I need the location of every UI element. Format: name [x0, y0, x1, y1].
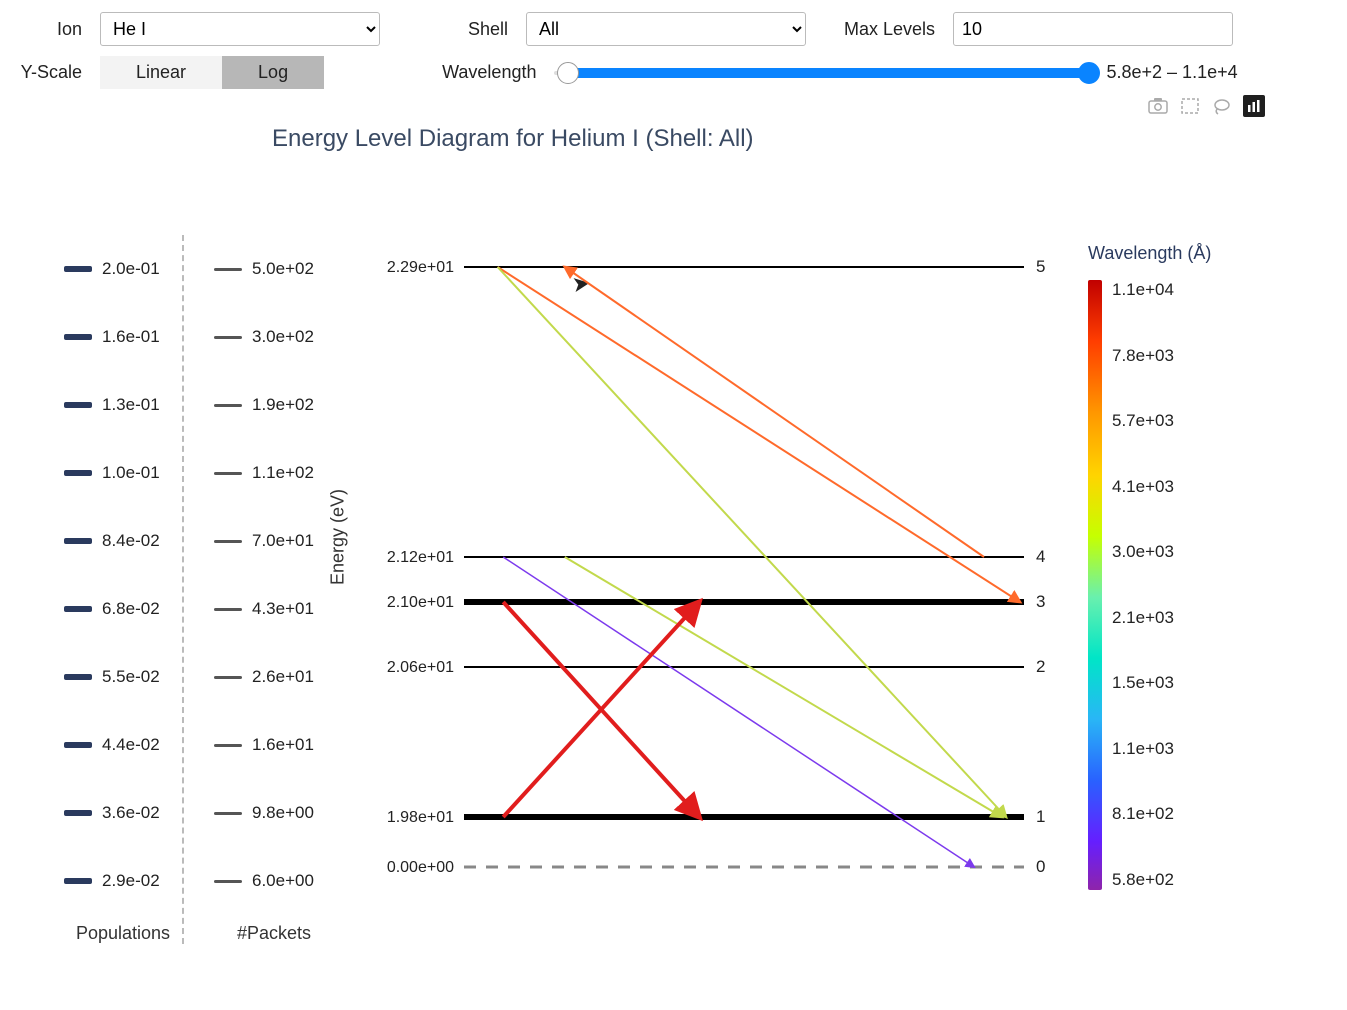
scale-tick: 1.6e-01 [64, 303, 182, 371]
y-scale-toggle: Linear Log [100, 56, 324, 89]
colorbar-tick: 1.5e+03 [1112, 673, 1174, 693]
y-scale-linear-button[interactable]: Linear [100, 56, 222, 89]
chart-title: Energy Level Diagram for Helium I (Shell… [272, 125, 1335, 153]
scale-tick: 2.0e-01 [64, 235, 182, 303]
transition-5-4[interactable] [565, 267, 984, 557]
energy-level-index: 5 [1036, 257, 1045, 276]
colorbar-tick: 5.7e+03 [1112, 411, 1174, 431]
select-icon[interactable] [1179, 95, 1201, 117]
colorbar-tick: 2.1e+03 [1112, 608, 1174, 628]
max-levels-input[interactable] [953, 12, 1233, 46]
energy-level-value: 1.98e+01 [387, 809, 454, 826]
colorbar-ticks: 1.1e+04 7.8e+03 5.7e+03 4.1e+03 3.0e+03 2.1e+… [1112, 280, 1174, 890]
energy-level-value: 2.12e+01 [387, 549, 454, 566]
scale-tick: 9.8e+00 [214, 779, 334, 847]
colorbar-tick: 5.8e+02 [1112, 870, 1174, 890]
lasso-icon[interactable] [1211, 95, 1233, 117]
scale-tick: 8.4e-02 [64, 507, 182, 575]
energy-level-index: 2 [1036, 657, 1045, 676]
populations-axis-title: Populations [64, 923, 182, 944]
scale-tick: 1.3e-01 [64, 371, 182, 439]
packets-axis-title: #Packets [214, 923, 334, 944]
colorbar-tick: 1.1e+03 [1112, 739, 1174, 759]
colorbar-tick: 7.8e+03 [1112, 346, 1174, 366]
scale-tick: 6.8e-02 [64, 575, 182, 643]
energy-level-value: 2.29e+01 [387, 259, 454, 276]
colorbar-title: Wavelength (Å) [1088, 243, 1211, 264]
y-scale-log-button[interactable]: Log [222, 56, 324, 89]
transition-5-3[interactable] [498, 267, 1020, 602]
scale-tick: 1.0e-01 [64, 439, 182, 507]
shell-label: Shell [458, 19, 508, 40]
colorbar: Wavelength (Å) 1.1e+04 7.8e+03 5.7e+03 4.1e… [1088, 243, 1211, 890]
energy-level-plot[interactable]: Energy (eV) 0.00e+0001.98e+0112.06e+0122… [364, 157, 1064, 917]
ion-select[interactable]: He I [100, 12, 380, 46]
shell-select[interactable]: All [526, 12, 806, 46]
plot-svg[interactable]: 0.00e+00 0 1.98e+01 1 2.06e+01 2 2.10e+01 3 2.12… [364, 157, 1064, 917]
slider-thumb-max[interactable] [1078, 62, 1100, 84]
colorbar-tick: 1.1e+04 [1112, 280, 1174, 300]
max-levels-label: Max Levels [844, 19, 935, 40]
scale-tick: 4.3e+01 [214, 575, 334, 643]
wavelength-slider[interactable] [554, 66, 1094, 80]
energy-level-index: 1 [1036, 807, 1045, 826]
scale-tick: 1.9e+02 [214, 371, 334, 439]
scale-tick: 2.9e-02 [64, 847, 182, 915]
controls-panel: Ion He I Shell All Max Levels Y-Scale Li… [12, 12, 1335, 89]
wavelength-label: Wavelength [442, 62, 536, 83]
y-scale-label: Y-Scale [12, 62, 82, 83]
wavelength-range-readout: 5.8e+2 – 1.1e+4 [1106, 62, 1237, 83]
y-axis-label: Energy (eV) [328, 489, 349, 585]
transition-4-1[interactable] [565, 557, 1002, 817]
colorbar-gradient [1088, 280, 1102, 890]
colorbar-tick: 4.1e+03 [1112, 477, 1174, 497]
energy-level-value: 2.10e+01 [387, 594, 454, 611]
ion-label: Ion [12, 19, 82, 40]
scale-tick: 6.0e+00 [214, 847, 334, 915]
energy-level-value: 2.06e+01 [387, 659, 454, 676]
scale-tick: 7.0e+01 [214, 507, 334, 575]
scale-tick: 5.0e+02 [214, 235, 334, 303]
scale-tick: 2.6e+01 [214, 643, 334, 711]
scale-tick: 3.0e+02 [214, 303, 334, 371]
camera-icon[interactable] [1147, 95, 1169, 117]
scale-tick: 1.6e+01 [214, 711, 334, 779]
energy-level-index: 4 [1036, 547, 1045, 566]
energy-level-index: 3 [1036, 592, 1045, 611]
colorbar-tick: 3.0e+03 [1112, 542, 1174, 562]
left-reference-scales: 2.0e-011.6e-011.3e-011.0e-018.4e-026.8e-… [64, 157, 334, 944]
populations-scale: 2.0e-011.6e-011.3e-011.0e-018.4e-026.8e-… [64, 235, 184, 944]
energy-level-index: 0 [1036, 857, 1045, 876]
scale-tick: 5.5e-02 [64, 643, 182, 711]
plotly-logo-icon[interactable] [1243, 95, 1265, 117]
scale-tick: 1.1e+02 [214, 439, 334, 507]
slider-thumb-min[interactable] [557, 62, 579, 84]
scale-tick: 4.4e-02 [64, 711, 182, 779]
colorbar-tick: 8.1e+02 [1112, 804, 1174, 824]
chart-area: Energy Level Diagram for Helium I (Shell… [12, 125, 1335, 944]
plot-toolbar [12, 95, 1265, 117]
scale-tick: 3.6e-02 [64, 779, 182, 847]
energy-level-value: 0.00e+00 [387, 859, 454, 876]
packets-scale: 5.0e+023.0e+021.9e+021.1e+027.0e+014.3e+… [214, 235, 334, 944]
transition-5-1[interactable] [498, 267, 1006, 817]
